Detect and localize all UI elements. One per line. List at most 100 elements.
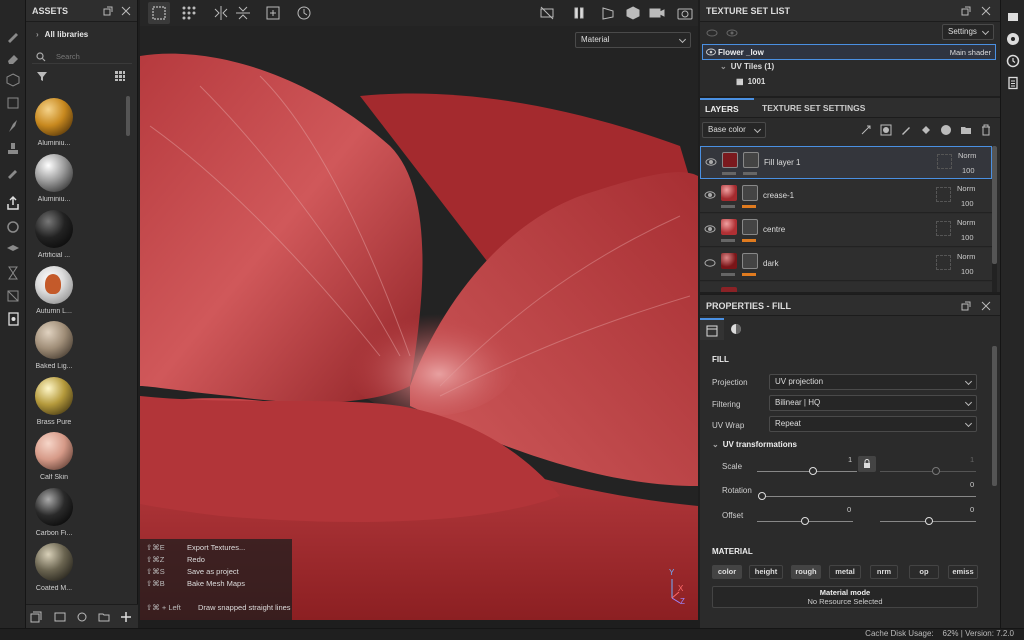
rotation-slider-knob[interactable]: [758, 492, 766, 500]
float-panel-icon[interactable]: [960, 300, 972, 312]
projection-icon[interactable]: [5, 72, 21, 88]
frame-icon[interactable]: [264, 4, 282, 22]
add-paint-layer-icon[interactable]: [900, 124, 912, 136]
eye-icon[interactable]: [706, 48, 716, 56]
tab-material[interactable]: [726, 320, 746, 340]
visibility-off-icon[interactable]: [706, 28, 718, 38]
float-panel-icon[interactable]: [960, 5, 972, 17]
asset-item[interactable]: Artificial ...: [32, 210, 76, 259]
filter-icon[interactable]: [36, 70, 48, 82]
layer-row[interactable]: dark Norm 100: [700, 248, 992, 281]
asset-item[interactable]: Coated M...: [32, 543, 76, 592]
cube-icon[interactable]: [624, 4, 642, 22]
scale-slider-track[interactable]: [757, 471, 857, 472]
add-icon[interactable]: [120, 611, 132, 623]
layer-mask-slot[interactable]: [936, 187, 951, 202]
blend-mode[interactable]: Norm: [957, 218, 975, 227]
tab-layers[interactable]: LAYERS: [700, 98, 754, 118]
display-settings-icon[interactable]: [1006, 32, 1020, 46]
layer-row[interactable]: crease-1 Norm 100: [700, 180, 992, 213]
layer-opacity[interactable]: 100: [961, 267, 974, 276]
history-icon[interactable]: [295, 4, 313, 22]
disabled-icon[interactable]: [5, 288, 21, 304]
history-clock-icon[interactable]: [1006, 54, 1020, 68]
perspective-icon[interactable]: [600, 4, 618, 22]
blend-mode[interactable]: Norm: [957, 184, 975, 193]
log-document-icon[interactable]: [1006, 76, 1020, 90]
shader-name[interactable]: Main shader: [950, 48, 991, 57]
channel-nrm-toggle[interactable]: nrm: [870, 565, 898, 579]
asset-item[interactable]: Autumn L...: [32, 266, 76, 315]
video-camera-icon[interactable]: [648, 4, 666, 22]
asset-item[interactable]: Carbon Fi...: [32, 488, 76, 537]
channel-color-toggle[interactable]: color: [712, 565, 742, 579]
grid-view-icon[interactable]: [114, 70, 126, 82]
eye-icon[interactable]: [705, 157, 717, 167]
eye-icon[interactable]: [704, 190, 716, 200]
grid-dots-icon[interactable]: [180, 4, 198, 22]
new-asset-icon[interactable]: [30, 611, 42, 623]
layer-row[interactable]: centre Norm 100: [700, 214, 992, 247]
geometry-mask-icon[interactable]: [5, 95, 21, 111]
layer-opacity[interactable]: 100: [961, 199, 974, 208]
import-icon[interactable]: [54, 611, 66, 623]
settings-wheel-icon[interactable]: [5, 219, 21, 235]
add-fill-layer-icon[interactable]: [920, 124, 932, 136]
close-icon[interactable]: [980, 300, 992, 312]
rotation-slider-track[interactable]: [762, 496, 976, 497]
mirror-x-icon[interactable]: [212, 4, 230, 22]
add-effect-icon[interactable]: [860, 124, 872, 136]
asset-item[interactable]: Aluminiu...: [32, 98, 76, 147]
visibility-icon[interactable]: [726, 28, 738, 38]
settings-select[interactable]: Settings: [942, 24, 994, 40]
scale-v-slider-track[interactable]: [880, 471, 976, 472]
layer-opacity[interactable]: 100: [961, 233, 974, 242]
smart-material-icon[interactable]: [940, 124, 952, 136]
refresh-icon[interactable]: [76, 611, 88, 623]
offset-u-slider-knob[interactable]: [801, 517, 809, 525]
blend-mode[interactable]: Norm: [957, 252, 975, 261]
document-icon[interactable]: [5, 311, 21, 327]
smudge-icon[interactable]: [5, 118, 21, 134]
scale-v-slider-knob[interactable]: [932, 467, 940, 475]
texture-set-icon[interactable]: [1006, 10, 1020, 24]
pause-icon[interactable]: [570, 4, 588, 22]
channel-metal-toggle[interactable]: metal: [829, 565, 861, 579]
uv-tile-item[interactable]: ▦ 1001: [736, 77, 765, 86]
channel-select[interactable]: Base color: [702, 122, 766, 138]
display-icon[interactable]: [5, 242, 21, 258]
close-icon[interactable]: [980, 5, 992, 17]
eraser-icon[interactable]: [5, 50, 21, 66]
filtering-select[interactable]: Bilinear | HQ: [769, 395, 977, 411]
picker-icon[interactable]: [5, 164, 21, 180]
close-icon[interactable]: [120, 5, 132, 17]
material-select[interactable]: Material: [575, 32, 691, 48]
paint-brush-icon[interactable]: [5, 28, 21, 44]
mirror-y-icon[interactable]: [234, 4, 252, 22]
3d-viewport[interactable]: Material ⇧⌘E Export Textures... ⇧⌘Z Redo…: [140, 26, 698, 620]
scale-slider-knob[interactable]: [809, 467, 817, 475]
tab-texture-set-settings[interactable]: TEXTURE SET SETTINGS: [762, 98, 865, 118]
layers-scrollbar-thumb[interactable]: [992, 146, 997, 264]
float-panel-icon[interactable]: [102, 5, 114, 17]
material-mode-box[interactable]: Material mode No Resource Selected: [712, 586, 978, 608]
asset-item[interactable]: Aluminiu...: [32, 154, 76, 203]
search-input[interactable]: Search: [32, 50, 132, 64]
camera-off-icon[interactable]: [538, 4, 556, 22]
add-folder-icon[interactable]: [960, 124, 972, 136]
asset-item[interactable]: Brass Pure: [32, 377, 76, 426]
layer-mask-slot[interactable]: [937, 154, 952, 169]
uv-tiles-group[interactable]: ⌄ UV Tiles (1): [720, 62, 774, 71]
channel-rough-toggle[interactable]: rough: [791, 565, 821, 579]
library-selector[interactable]: › All libraries: [36, 30, 88, 39]
clone-stamp-icon[interactable]: [5, 141, 21, 157]
layer-mask-slot[interactable]: [936, 221, 951, 236]
blend-mode[interactable]: Norm: [958, 151, 976, 160]
screenshot-camera-icon[interactable]: [676, 4, 694, 22]
layer-mask-slot[interactable]: [936, 255, 951, 270]
tab-fill-settings[interactable]: [700, 318, 724, 340]
layer-row[interactable]: [700, 282, 992, 292]
offset-v-slider-knob[interactable]: [925, 517, 933, 525]
uvwrap-select[interactable]: Repeat: [769, 416, 977, 432]
channel-height-toggle[interactable]: height: [749, 565, 783, 579]
